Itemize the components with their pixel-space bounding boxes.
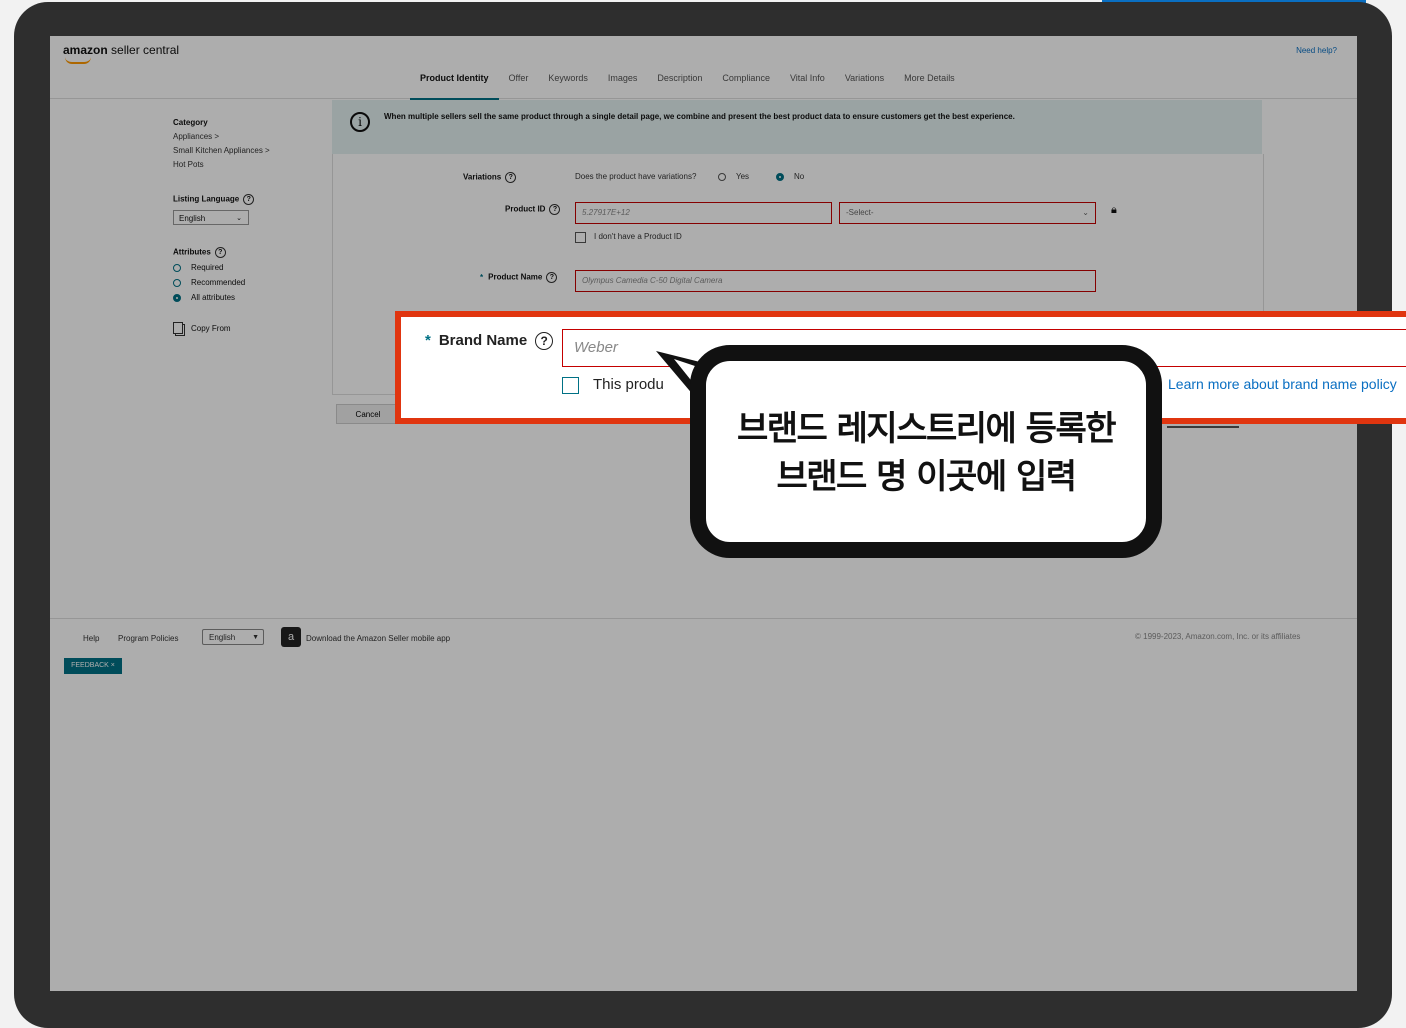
help-icon[interactable]: ?: [535, 332, 554, 351]
no-brand-checkbox[interactable]: [562, 377, 579, 394]
callout-bubble: 브랜드 레지스트리에 등록한 브랜드 명 이곳에 입력: [690, 345, 1162, 558]
callout-text: 브랜드 레지스트리에 등록한 브랜드 명 이곳에 입력: [706, 405, 1146, 501]
brand-name-label-text: Brand Name: [438, 332, 528, 349]
callout-line-1: 브랜드 레지스트리에 등록한: [736, 409, 1117, 449]
required-asterisk: *: [425, 332, 431, 349]
callout-line-2: 브랜드 명 이곳에 입력: [776, 457, 1077, 497]
brand-name-label: * Brand Name?: [425, 332, 554, 351]
brand-name-policy-link[interactable]: Learn more about brand name policy: [1168, 376, 1397, 392]
